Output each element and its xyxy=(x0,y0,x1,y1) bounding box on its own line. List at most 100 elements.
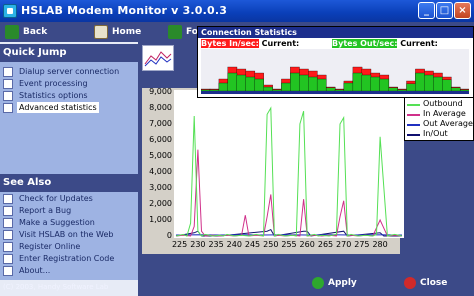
see-also-about[interactable]: About... xyxy=(3,265,52,276)
see-also-registration-code[interactable]: Enter Registration Code xyxy=(3,253,116,264)
bytes-in-readout: Bytes In/sec: Current: xyxy=(201,39,299,48)
legend-outbound: Outbound xyxy=(407,99,463,109)
y-tick-label: 0 xyxy=(166,231,172,240)
see-also-report-bug[interactable]: Report a Bug xyxy=(3,205,73,216)
x-tick-label: 280 xyxy=(372,240,388,249)
app-icon xyxy=(3,4,17,18)
legend-swatch-in-average xyxy=(407,114,420,116)
line-chart xyxy=(175,106,403,237)
bytes-out-bar xyxy=(459,89,470,92)
quick-jump-heading: Quick Jump xyxy=(0,44,138,62)
suggestion-icon xyxy=(3,218,13,228)
close-window-button[interactable]: × xyxy=(454,2,471,19)
home-icon xyxy=(94,25,108,39)
bytes-out-current: Current: xyxy=(400,39,438,48)
y-tick-label: 1,000 xyxy=(149,215,172,224)
x-tick-label: 260 xyxy=(299,240,315,249)
bytes-out-bar xyxy=(406,83,416,92)
home-label: Home xyxy=(112,27,142,37)
bytes-out-bar xyxy=(272,89,282,92)
graph-icon xyxy=(3,103,13,113)
x-tick-label: 225 xyxy=(171,240,188,249)
y-tick-label: 4,000 xyxy=(149,167,172,176)
register-icon xyxy=(3,242,13,252)
about-icon xyxy=(3,266,13,276)
bug-icon xyxy=(3,206,13,216)
forward-arrow-icon xyxy=(168,25,182,39)
quick-jump-panel: Dialup server connection Event processin… xyxy=(0,62,138,174)
x-tick-label: 235 xyxy=(208,240,224,249)
title-bar: HSLAB Modem Monitor v 3.0.0.3 _ □ × xyxy=(0,0,474,22)
see-also-heading: See Also xyxy=(0,174,138,192)
bytes-out-bar xyxy=(433,76,443,92)
home-button[interactable]: Home xyxy=(94,24,141,40)
chart-thumbnail[interactable] xyxy=(142,45,174,71)
y-tick-label: 3,000 xyxy=(149,183,172,192)
quick-jump-item-dialup[interactable]: Dialup server connection xyxy=(3,66,121,77)
bytes-out-bar xyxy=(379,78,390,92)
bytes-out-bar xyxy=(424,74,434,92)
legend-swatch-outbound xyxy=(407,104,420,106)
forward-button[interactable]: Fo xyxy=(168,24,198,40)
x-tick-label: 265 xyxy=(317,240,334,249)
bytes-out-bar xyxy=(200,89,211,92)
bytes-out-bar xyxy=(236,74,247,92)
bytes-out-bar xyxy=(290,72,300,92)
bytes-out-bar xyxy=(308,76,318,92)
bytes-out-bar xyxy=(263,86,273,92)
bytes-out-bar xyxy=(343,82,354,92)
x-tick-label: 245 xyxy=(244,240,261,249)
legend-in-out: In/Out xyxy=(407,129,448,139)
bytes-out-bar xyxy=(415,72,425,92)
close-label: Close xyxy=(420,278,448,288)
x-tick-label: 230 xyxy=(190,240,206,249)
y-tick-label: 8,000 xyxy=(149,103,172,112)
see-also-register-online[interactable]: Register Online xyxy=(3,241,82,252)
apply-button[interactable]: Apply xyxy=(312,276,357,290)
bytes-out-bar xyxy=(352,72,363,92)
update-icon xyxy=(3,194,13,204)
legend-in-average: In Average xyxy=(407,109,466,119)
y-tick-label: 7,000 xyxy=(149,119,172,128)
x-tick-label: 270 xyxy=(336,240,352,249)
see-also-visit-web[interactable]: Visit HSLAB on the Web xyxy=(3,229,115,240)
bytes-out-bar xyxy=(209,89,220,92)
quick-jump-item-events[interactable]: Event processing xyxy=(3,78,90,89)
y-tick-label: 6,000 xyxy=(149,135,172,144)
minimize-button[interactable]: _ xyxy=(418,2,435,19)
web-icon xyxy=(3,230,13,240)
y-tick-label: 2,000 xyxy=(149,199,172,208)
bytes-out-bar xyxy=(388,87,398,92)
back-button[interactable]: Back xyxy=(5,24,47,40)
server-icon xyxy=(3,67,13,77)
see-also-suggestion[interactable]: Make a Suggestion xyxy=(3,217,97,228)
maximize-button[interactable]: □ xyxy=(436,2,453,19)
connection-area-chart xyxy=(200,66,470,92)
bytes-out-readout: Bytes Out/sec: Current: xyxy=(332,39,438,48)
quick-jump-item-statistics-options[interactable]: Statistics options xyxy=(3,90,90,101)
bytes-out-bar xyxy=(361,74,372,92)
bytes-out-bar xyxy=(334,89,345,92)
bytes-out-bar xyxy=(397,89,407,92)
back-arrow-icon xyxy=(5,25,19,39)
key-icon xyxy=(3,254,13,264)
see-also-panel: Check for Updates Report a Bug Make a Su… xyxy=(0,192,138,280)
event-icon xyxy=(3,79,13,89)
close-x-icon xyxy=(404,277,416,289)
left-panel: Quick Jump Dialup server connection Even… xyxy=(0,42,138,296)
options-icon xyxy=(3,91,13,101)
quick-jump-item-advanced-statistics[interactable]: Advanced statistics xyxy=(3,102,99,113)
series-line-outbound xyxy=(175,106,403,237)
close-button[interactable]: Close xyxy=(404,276,447,290)
window-title: HSLAB Modem Monitor v 3.0.0.3 xyxy=(21,4,228,17)
bytes-out-label: Bytes Out/sec: xyxy=(332,39,398,48)
x-tick-label: 250 xyxy=(263,240,279,249)
bytes-out-bar xyxy=(450,87,461,92)
y-tick-label: 5,000 xyxy=(149,151,172,160)
see-also-check-updates[interactable]: Check for Updates xyxy=(3,193,95,204)
bytes-out-bar xyxy=(227,72,238,92)
connection-statistics-window[interactable]: Connection Statistics Bytes In/sec: Curr… xyxy=(197,26,474,98)
bytes-out-bar xyxy=(281,82,291,92)
legend-swatch-out-average xyxy=(407,124,420,126)
apply-check-icon xyxy=(312,277,324,289)
